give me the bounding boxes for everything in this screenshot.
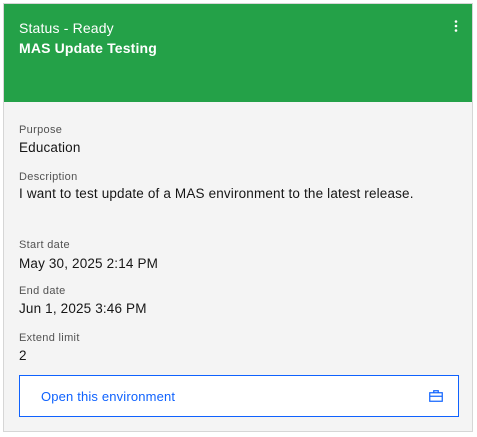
- extend-limit-label: Extend limit: [19, 332, 80, 344]
- briefcase-icon: [429, 390, 443, 402]
- start-date-label: Start date: [19, 239, 70, 251]
- extend-limit-value: 2: [19, 348, 27, 363]
- overflow-menu-button[interactable]: [448, 16, 464, 36]
- end-date-label: End date: [19, 285, 66, 297]
- overflow-menu-vertical-icon: [454, 20, 458, 32]
- description-value: I want to test update of a MAS environme…: [19, 186, 414, 201]
- open-environment-label: Open this environment: [41, 389, 176, 404]
- purpose-value: Education: [19, 140, 81, 155]
- description-label: Description: [19, 171, 78, 183]
- purpose-label: Purpose: [19, 124, 63, 136]
- status-text: Status - Ready: [19, 20, 114, 36]
- card-header: Status - Ready MAS Update Testing: [4, 4, 472, 102]
- environment-card: Status - Ready MAS Update Testing Purpos…: [3, 3, 473, 432]
- start-date-value: May 30, 2025 2:14 PM: [19, 256, 159, 271]
- end-date-value: Jun 1, 2025 3:46 PM: [19, 301, 147, 316]
- open-environment-button[interactable]: Open this environment: [19, 375, 459, 417]
- card-title: MAS Update Testing: [19, 40, 157, 56]
